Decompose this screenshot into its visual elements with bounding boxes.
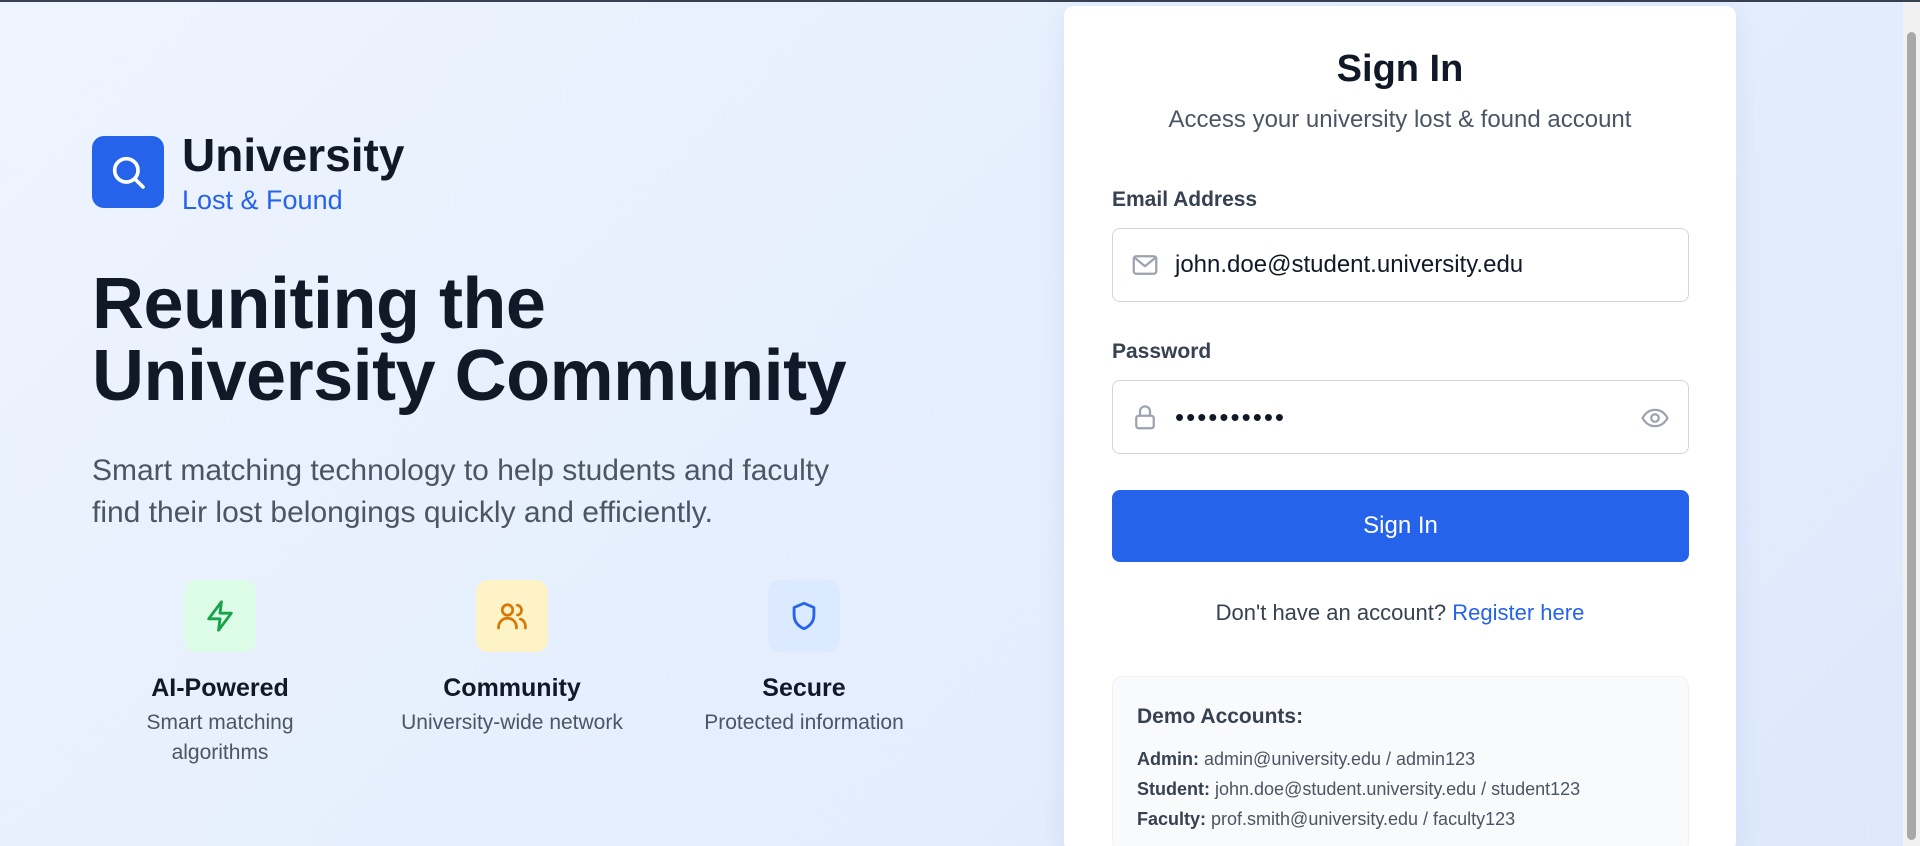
lightning-icon	[184, 580, 256, 652]
email-label: Email Address	[1112, 188, 1258, 211]
shield-icon	[768, 580, 840, 652]
demo-role: Student:	[1137, 779, 1210, 799]
demo-credentials: admin@university.edu / admin123	[1204, 749, 1476, 769]
feature-desc-line: Protected information	[704, 711, 904, 734]
feature-desc-line: algorithms	[171, 741, 269, 764]
feature-desc: Smart matching algorithms	[80, 708, 360, 768]
demo-account-student: Student: john.doe@student.university.edu…	[1137, 779, 1580, 800]
feature-title: AI-Powered	[151, 674, 289, 702]
feature-community: Community University-wide network	[372, 580, 652, 738]
demo-role: Admin:	[1137, 749, 1199, 769]
brand-subtitle: Lost & Found	[182, 185, 343, 215]
password-label: Password	[1112, 340, 1212, 363]
feature-desc-line: University-wide network	[401, 711, 623, 734]
feature-desc-line: Smart matching	[146, 711, 294, 734]
page-scrollbar[interactable]	[1903, 2, 1920, 846]
feature-title: Community	[443, 674, 581, 702]
hero-subtitle: Smart matching technology to help studen…	[92, 450, 912, 534]
signin-title: Sign In	[1336, 48, 1464, 90]
demo-credentials: john.doe@student.university.edu / studen…	[1215, 779, 1581, 799]
demo-accounts-panel: Demo Accounts: Admin: admin@university.e…	[1112, 676, 1689, 846]
email-value[interactable]: john.doe@student.university.edu	[1175, 251, 1523, 279]
register-prompt: Don't have an account? Register here	[1064, 600, 1736, 626]
password-value[interactable]: ••••••••••	[1175, 402, 1286, 433]
demo-role: Faculty:	[1137, 809, 1207, 829]
signin-button[interactable]: Sign In	[1112, 490, 1689, 562]
register-link[interactable]: Register here	[1452, 600, 1584, 625]
brand: University Lost & Found	[92, 128, 404, 216]
hero-title: Reuniting the University Community	[92, 268, 912, 412]
lock-icon	[1129, 401, 1161, 433]
feature-title: Secure	[762, 674, 846, 702]
signin-subtitle: Access your university lost & found acco…	[1168, 106, 1632, 133]
demo-credentials: prof.smith@university.edu / faculty123	[1211, 809, 1516, 829]
hero-title-line: Reuniting the	[92, 264, 546, 344]
scrollbar-thumb[interactable]	[1907, 32, 1916, 840]
signin-card: Sign In Access your university lost & fo…	[1064, 6, 1736, 846]
demo-title: Demo Accounts:	[1137, 705, 1304, 728]
register-text: Don't have an account?	[1215, 600, 1447, 625]
feature-ai-powered: AI-Powered Smart matching algorithms	[80, 580, 360, 768]
demo-account-admin: Admin: admin@university.edu / admin123	[1137, 749, 1475, 770]
feature-list: AI-Powered Smart matching algorithms Com…	[92, 580, 912, 780]
feature-secure: Secure Protected information	[664, 580, 944, 738]
search-icon	[92, 136, 164, 208]
hero-subtitle-line: find their lost belongings quickly and e…	[92, 496, 713, 529]
feature-desc: Protected information	[664, 708, 944, 738]
password-field[interactable]: ••••••••••	[1112, 380, 1689, 454]
mail-icon	[1129, 249, 1161, 281]
eye-icon[interactable]	[1638, 401, 1672, 435]
email-field[interactable]: john.doe@student.university.edu	[1112, 228, 1689, 302]
window-top-border	[0, 0, 1920, 2]
users-icon	[476, 580, 548, 652]
hero-title-line: University Community	[92, 336, 847, 416]
demo-account-faculty: Faculty: prof.smith@university.edu / fac…	[1137, 809, 1515, 830]
feature-desc: University-wide network	[372, 708, 652, 738]
hero-subtitle-line: Smart matching technology to help studen…	[92, 454, 830, 487]
brand-name: University	[182, 129, 405, 181]
